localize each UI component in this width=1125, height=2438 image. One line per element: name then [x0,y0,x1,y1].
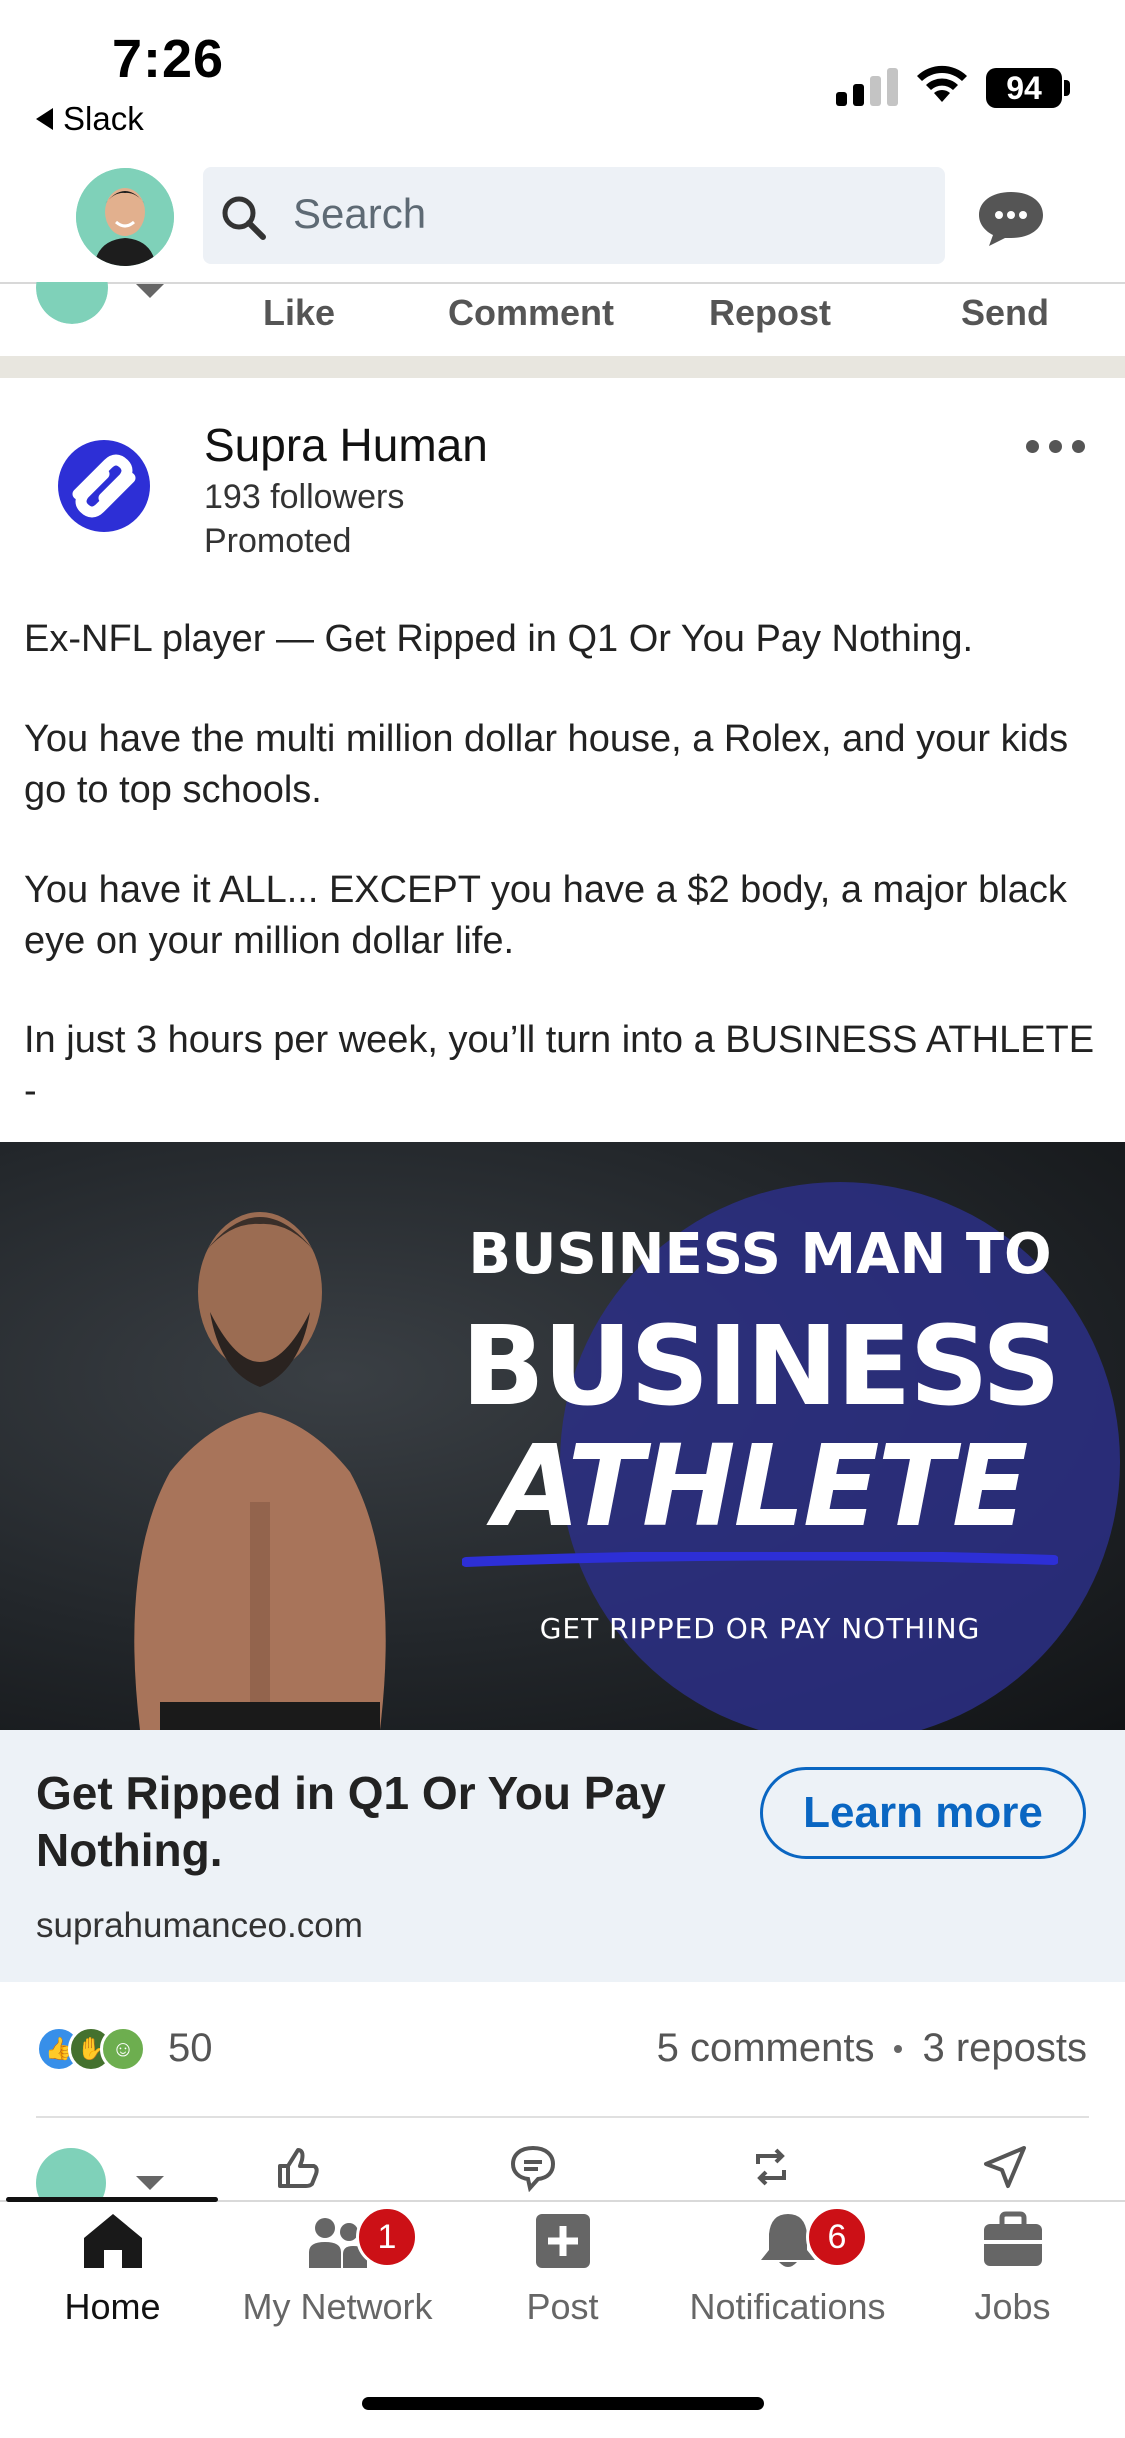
ad-image[interactable]: BUSINESS MAN TO BUSINESS ATHLETE GET RIP… [0,1142,1125,1730]
engagement-counts: 5 comments 3 reposts [657,2026,1087,2071]
more-options-icon[interactable] [1026,440,1085,453]
home-icon [80,2210,146,2272]
home-indicator [362,2397,764,2410]
search-icon [218,192,270,244]
messaging-icon[interactable] [975,188,1047,248]
post-paragraph: Ex-NFL player — Get Ripped in Q1 Or You … [24,614,1104,665]
tab-jobs[interactable]: Jobs [900,2210,1125,2328]
reactions-divider [36,2116,1089,2118]
tab-label: Jobs [900,2286,1125,2328]
chevron-down-icon[interactable] [136,2176,164,2190]
send-icon[interactable] [980,2142,1030,2192]
tab-label: Home [0,2286,225,2328]
comments-count[interactable]: 5 comments [657,2026,875,2071]
company-name[interactable]: Supra Human [204,418,488,472]
ad-underline [462,1552,1058,1568]
search-placeholder: Search [293,190,426,238]
ad-headline-line2: BUSINESS [440,1302,1080,1430]
post-paragraph: You have the multi million dollar house,… [24,714,1104,816]
supra-human-logo[interactable] [56,438,152,534]
ad-headline-line1: BUSINESS MAN TO [440,1222,1080,1287]
status-time: 7:26 [112,28,224,90]
post-paragraph: In just 3 hours per week, you’ll turn in… [24,1015,1104,1117]
post-icon [532,2210,594,2272]
separator-dot [894,2045,902,2053]
like-button[interactable]: Like [263,292,335,334]
briefcase-icon [980,2210,1046,2272]
back-arrow-icon [36,108,53,130]
battery-indicator: 94 [986,68,1062,108]
athlete-figure [60,1142,480,1730]
tab-label: My Network [225,2286,450,2328]
feed-separator [0,356,1125,378]
network-badge: 1 [356,2206,418,2268]
reaction-icons[interactable]: 👍 ✋ ☺ [36,2026,132,2072]
send-button[interactable]: Send [961,292,1049,334]
like-icon[interactable] [272,2142,322,2192]
follower-count: 193 followers [204,478,404,517]
cta-title[interactable]: Get Ripped in Q1 Or You Pay Nothing. [36,1765,676,1879]
repost-icon[interactable] [746,2142,796,2192]
repost-button[interactable]: Repost [709,292,831,334]
learn-more-button[interactable]: Learn more [760,1767,1086,1859]
avatar-face-icon [76,168,174,266]
back-app-label: Slack [63,100,144,138]
reactor-avatar[interactable] [36,282,108,324]
tab-label: Notifications [675,2286,900,2328]
ad-headline-line3: ATHLETE [440,1422,1080,1552]
cellular-signal-icon [836,60,898,106]
cta-url: suprahumanceo.com [36,1906,363,1946]
post-paragraph: You have it ALL... EXCEPT you have a $2 … [24,865,1104,967]
battery-tip [1064,80,1070,96]
notifications-badge: 6 [806,2206,868,2268]
wifi-icon [912,58,972,106]
profile-avatar[interactable] [76,168,174,266]
promoted-label: Promoted [204,522,351,561]
tab-post[interactable]: Post [450,2210,675,2328]
header-divider [0,282,1125,284]
comment-icon[interactable] [508,2142,558,2192]
active-tab-indicator [6,2197,218,2202]
comment-button[interactable]: Comment [448,292,614,334]
tab-label: Post [450,2286,675,2328]
reposts-count[interactable]: 3 reposts [922,2026,1087,2071]
back-to-app-link[interactable]: Slack [36,100,144,138]
reaction-count[interactable]: 50 [168,2026,213,2071]
reactor-avatar[interactable] [36,2148,106,2202]
tab-home[interactable]: Home [0,2210,225,2328]
funny-reaction-icon: ☺ [100,2026,146,2072]
ad-tagline: GET RIPPED OR PAY NOTHING [440,1612,1080,1645]
chevron-down-icon[interactable] [136,284,164,298]
